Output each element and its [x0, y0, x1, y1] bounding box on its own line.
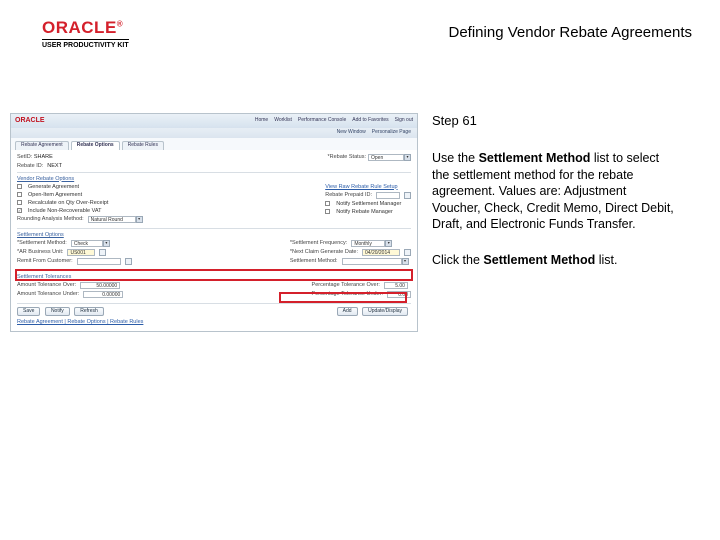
checkbox-icon[interactable]: [325, 201, 330, 206]
update-button[interactable]: Update/Display: [362, 307, 408, 317]
subnav-personalize[interactable]: Personalize Page: [372, 130, 411, 136]
opt-vat: Include Non-Recoverable VAT: [28, 208, 101, 214]
subnav-newwindow[interactable]: New Window: [337, 130, 366, 136]
mini-oracle-logo: ORACLE: [15, 117, 45, 125]
nextclaim-field[interactable]: 04/20/2014: [362, 249, 400, 256]
click-t2: list.: [595, 253, 617, 267]
upk-label: USER PRODUCTIVITY KIT: [42, 39, 129, 49]
lbl-rounding: Rounding Analysis Method:: [17, 216, 84, 222]
lbl-settlefreq: *Settlement Frequency:: [290, 240, 347, 246]
refresh-button[interactable]: Refresh: [74, 307, 104, 317]
save-button[interactable]: Save: [17, 307, 40, 317]
lbl-setid: SetID:: [17, 154, 32, 160]
opt-notify-settle: Notify Settlement Manager: [336, 201, 401, 207]
lbl-nextclaim: *Next Claim Generate Date:: [290, 249, 358, 255]
topnav-home[interactable]: Home: [255, 118, 268, 124]
lbl-status: *Rebate Status:: [327, 154, 366, 160]
lbl-pct-over: Percentage Tolerance Over:: [312, 282, 380, 288]
pct-over-field[interactable]: 5.00: [384, 282, 408, 289]
status-value: Open: [368, 154, 404, 161]
page-title: Defining Vendor Rebate Agreements: [449, 24, 693, 41]
notify-button[interactable]: Notify: [45, 307, 70, 317]
amt-under-field[interactable]: 0.00000: [83, 291, 123, 298]
screenshot-column: ORACLE Home Worklist Performance Console…: [10, 113, 418, 332]
prepaid-field[interactable]: [376, 192, 400, 199]
checkbox-icon[interactable]: [17, 208, 22, 213]
checkbox-icon[interactable]: [17, 200, 22, 205]
app-subbar: New Window Personalize Page: [11, 128, 417, 138]
section-tolerances: Settlement Tolerances: [17, 274, 411, 280]
lbl-settlemethod2: Settlement Method:: [290, 258, 338, 264]
amt-over-field[interactable]: 50.00000: [80, 282, 120, 289]
add-button[interactable]: Add: [337, 307, 358, 317]
val-rebateid: NEXT: [47, 163, 62, 169]
tab-rules[interactable]: Rebate Rules: [122, 141, 164, 150]
opt-openitem: Open-Item Agreement: [28, 192, 82, 198]
val-setid: SHARE: [34, 154, 53, 160]
tab-options[interactable]: Rebate Options: [71, 141, 120, 150]
lookup-icon[interactable]: [99, 249, 106, 256]
link-rawrules[interactable]: View Raw Rebate Rule Setup: [325, 184, 411, 190]
chevron-down-icon: ▾: [402, 258, 409, 265]
chevron-down-icon: ▾: [404, 154, 411, 161]
brand-block: ORACLE® USER PRODUCTIVITY KIT: [42, 18, 129, 49]
step-label: Step 61: [432, 113, 678, 128]
opt-recalc: Recalculate on Qty Over-Receipt: [28, 200, 108, 206]
checkbox-icon[interactable]: [325, 209, 330, 214]
topnav-signout[interactable]: Sign out: [395, 118, 413, 124]
topnav: Home Worklist Performance Console Add to…: [255, 118, 413, 124]
oracle-logo: ORACLE®: [42, 18, 129, 38]
topnav-worklist[interactable]: Worklist: [274, 118, 292, 124]
chevron-down-icon: ▾: [385, 240, 392, 247]
tabs-row: Rebate Agreement Rebate Options Rebate R…: [11, 138, 417, 150]
click-t1: Click the: [432, 253, 483, 267]
desc-t1: Use the: [432, 151, 479, 165]
checkbox-icon[interactable]: [17, 192, 22, 197]
topnav-perf[interactable]: Performance Console: [298, 118, 346, 124]
lbl-arbu: *AR Business Unit:: [17, 249, 63, 255]
lbl-amt-under: Amount Tolerance Under:: [17, 291, 79, 297]
checkbox-icon[interactable]: [17, 184, 22, 189]
opt-generate: Generate Agreement: [28, 184, 79, 190]
lookup-icon[interactable]: [125, 258, 132, 265]
lbl-rebateid: Rebate ID:: [17, 163, 43, 169]
calendar-icon[interactable]: [404, 249, 411, 256]
lbl-pct-under: Percentage Tolerance Under:: [312, 291, 383, 297]
instruction-text: Use the Settlement Method list to select…: [432, 150, 678, 233]
opt-notify-rebate: Notify Rebate Manager: [336, 209, 393, 215]
rounding-value: Natural Round: [88, 216, 136, 223]
lbl-remit: Remit From Customer:: [17, 258, 73, 264]
lbl-settlemethod: *Settlement Method:: [17, 240, 67, 246]
settlemethod2-select[interactable]: ▾: [342, 258, 409, 265]
footer-breadcrumb[interactable]: Rebate Agreement | Rebate Options | Reba…: [17, 319, 411, 325]
tab-agreement[interactable]: Rebate Agreement: [15, 141, 69, 150]
instruction-column: Step 61 Use the Settlement Method list t…: [418, 113, 678, 267]
settlefreq-value: Monthly: [351, 240, 385, 247]
arbu-field[interactable]: US001: [67, 249, 95, 256]
logo-text: ORACLE: [42, 18, 117, 37]
chevron-down-icon: ▾: [103, 240, 110, 247]
desc-b1: Settlement Method: [479, 151, 591, 165]
registered-mark: ®: [117, 19, 123, 28]
section-vendor-options: Vendor Rebate Options: [17, 176, 411, 182]
lookup-icon[interactable]: [404, 192, 411, 199]
settlemethod2-value: [342, 258, 402, 265]
settlemethod-value: Check: [71, 240, 103, 247]
status-select[interactable]: Open▾: [368, 154, 411, 161]
click-instruction: Click the Settlement Method list.: [432, 253, 678, 267]
lbl-prepaid: Rebate Prepaid ID:: [325, 192, 372, 198]
pct-under-field[interactable]: 0.00: [387, 291, 411, 298]
rounding-select[interactable]: Natural Round▾: [88, 216, 143, 223]
chevron-down-icon: ▾: [136, 216, 143, 223]
app-screenshot: ORACLE Home Worklist Performance Console…: [10, 113, 418, 332]
app-topbar: ORACLE Home Worklist Performance Console…: [11, 114, 417, 128]
settlemethod-select[interactable]: Check▾: [71, 240, 110, 247]
click-b1: Settlement Method: [483, 253, 595, 267]
lbl-amt-over: Amount Tolerance Over:: [17, 282, 76, 288]
topnav-favorites[interactable]: Add to Favorites: [352, 118, 388, 124]
remit-field[interactable]: [77, 258, 121, 265]
settlefreq-select[interactable]: Monthly▾: [351, 240, 392, 247]
section-settlement: Settlement Options: [17, 232, 411, 238]
